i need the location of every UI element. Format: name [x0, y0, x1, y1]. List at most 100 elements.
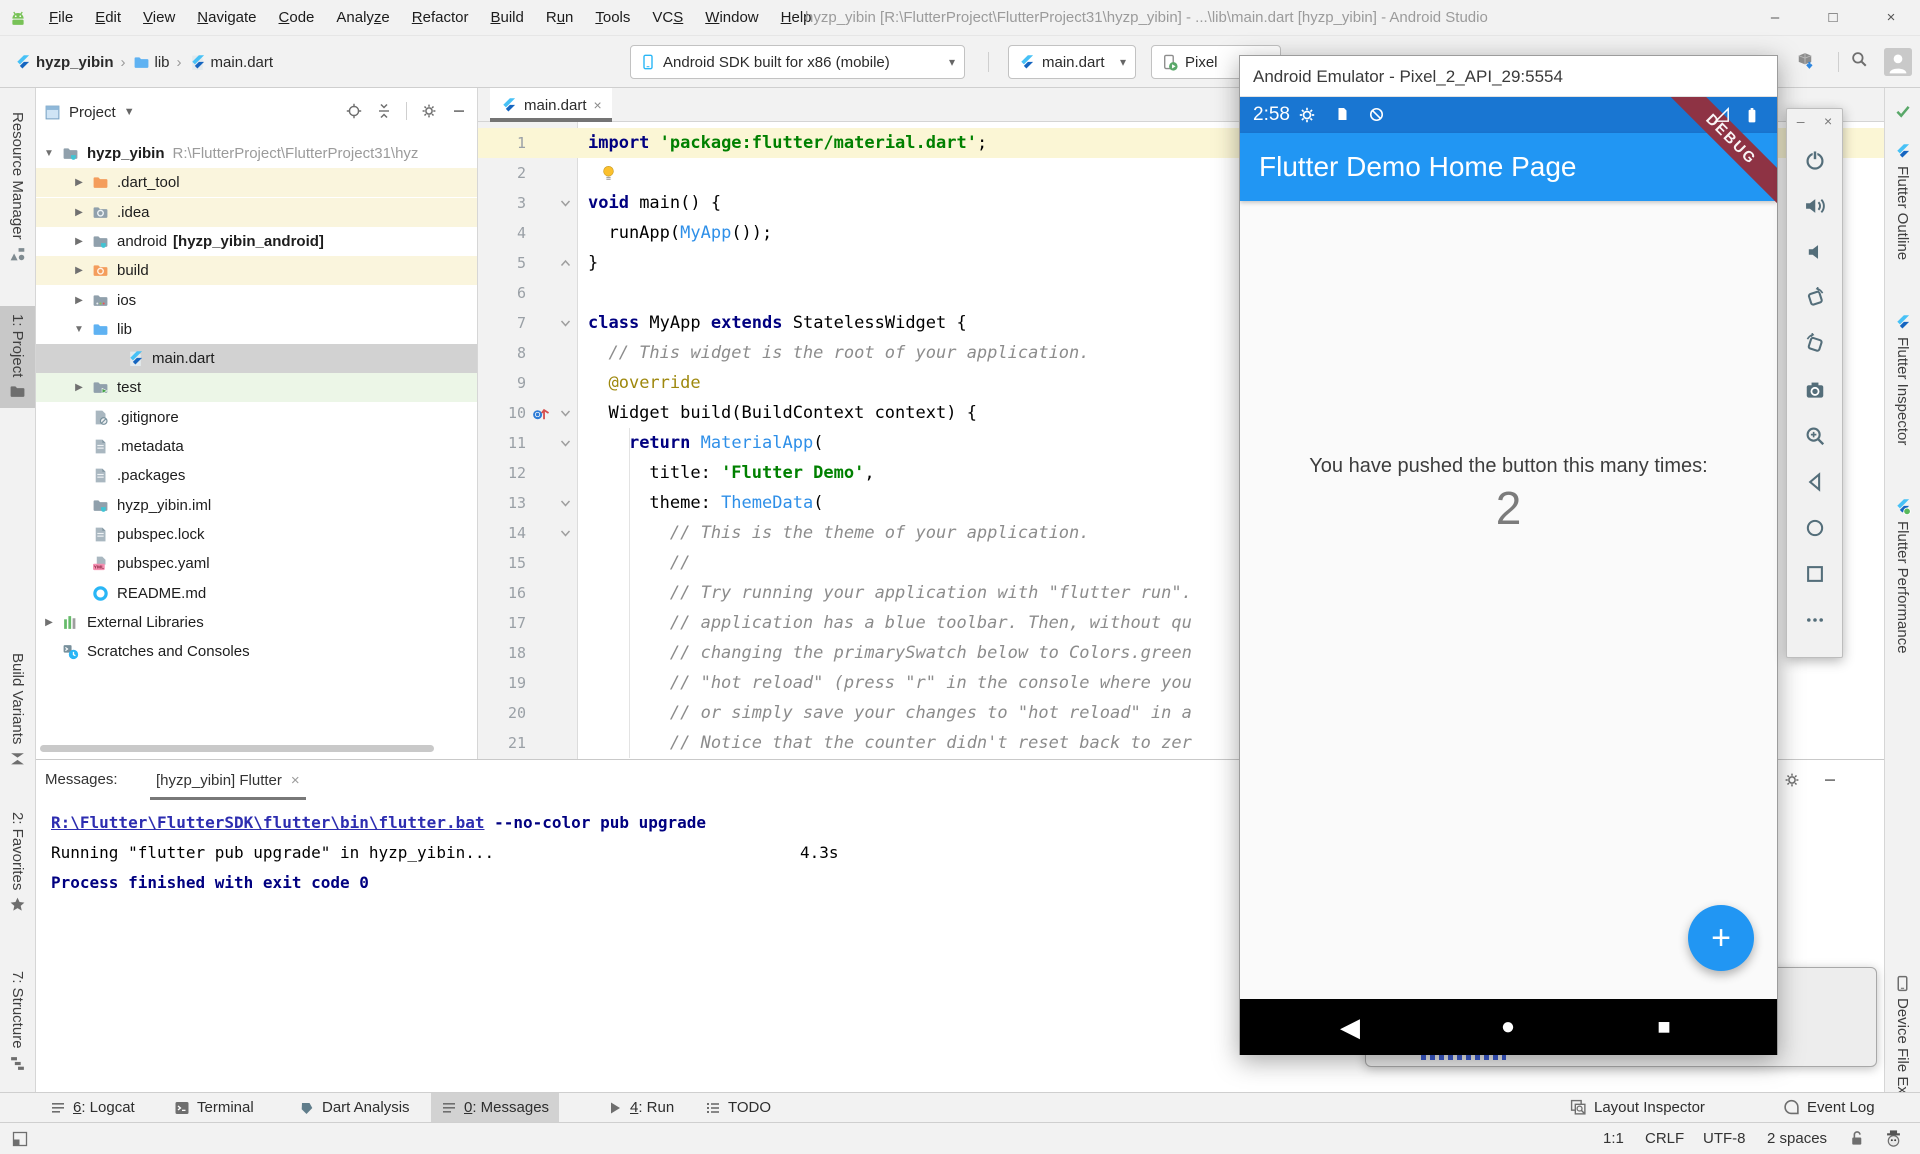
- status-2-spaces[interactable]: 2 spaces: [1767, 1123, 1827, 1154]
- messages-settings-icon[interactable]: [1784, 772, 1800, 788]
- status-crlf[interactable]: CRLF: [1645, 1123, 1684, 1154]
- tool-tab-7-structure[interactable]: 7: Structure: [0, 963, 35, 1080]
- tool-tab-flutter-performance[interactable]: Flutter Performance: [1885, 490, 1920, 662]
- tree-item-android[interactable]: ▶android [hyzp_yibin_android]: [36, 227, 478, 256]
- tool-button-0-messages[interactable]: 0: Messages: [431, 1093, 559, 1122]
- menu-view[interactable]: View: [132, 9, 186, 26]
- menu-window[interactable]: Window: [694, 9, 769, 26]
- tree-item-readme-md[interactable]: README.md: [36, 579, 478, 608]
- tree-item-dart-tool[interactable]: ▶.dart_tool: [36, 168, 478, 197]
- emulator-screen[interactable]: 2:58 Flutter Demo Home Page DEBUG You ha…: [1240, 97, 1777, 1055]
- tool-button-layout-inspector[interactable]: Layout Inspector: [1560, 1093, 1715, 1122]
- intention-bulb-icon[interactable]: [600, 164, 617, 181]
- fold-marker[interactable]: [560, 428, 574, 469]
- menu-file[interactable]: File: [38, 9, 84, 26]
- tree-item-build[interactable]: ▶build: [36, 256, 478, 285]
- minimize-button[interactable]: –: [1746, 0, 1804, 36]
- locate-icon[interactable]: [346, 103, 362, 119]
- tool-tab-resource-manager[interactable]: Resource Manager: [0, 104, 35, 271]
- emulator-home-button[interactable]: [1787, 517, 1842, 539]
- emulator-rotate-left-button[interactable]: [1787, 287, 1842, 309]
- tool-tab-1-project[interactable]: 1: Project: [0, 306, 35, 408]
- breadcrumb-hyzp-yibin[interactable]: hyzp_yibin: [14, 54, 114, 71]
- emulator-zoom-button[interactable]: [1787, 425, 1842, 447]
- breadcrumb-lib[interactable]: lib: [133, 54, 170, 71]
- status-1-1[interactable]: 1:1: [1603, 1123, 1624, 1154]
- project-panel-title[interactable]: Project: [69, 104, 116, 121]
- emulator-volume-down-button[interactable]: [1787, 241, 1842, 263]
- attach-debugger-icon[interactable]: [1795, 50, 1815, 70]
- emulator-rotate-right-button[interactable]: [1787, 333, 1842, 355]
- messages-hide-icon[interactable]: [1822, 772, 1838, 788]
- collapse-icon[interactable]: [376, 103, 392, 119]
- breadcrumb-main-dart[interactable]: main.dart: [189, 54, 274, 71]
- device-selector[interactable]: Android SDK built for x86 (mobile) ▾: [630, 45, 965, 79]
- tree-item-gitignore[interactable]: .gitignore: [36, 403, 478, 432]
- tree-item-test[interactable]: ▶test: [36, 373, 478, 402]
- tree-item-pubspec-lock[interactable]: pubspec.lock: [36, 520, 478, 549]
- settings-icon[interactable]: [421, 103, 437, 119]
- tree-item-packages[interactable]: .packages: [36, 461, 478, 490]
- nav-back-button[interactable]: ◀: [1330, 999, 1370, 1055]
- fold-marker[interactable]: [560, 308, 574, 349]
- emulator-camera-button[interactable]: [1787, 379, 1842, 401]
- menu-run[interactable]: Run: [535, 9, 585, 26]
- menu-build[interactable]: Build: [479, 9, 534, 26]
- menu-edit[interactable]: Edit: [84, 9, 132, 26]
- unlock-icon[interactable]: [1848, 1130, 1865, 1147]
- menu-code[interactable]: Code: [268, 9, 326, 26]
- tool-window-toggle-icon[interactable]: [12, 1131, 28, 1147]
- tool-tab-2-favorites[interactable]: 2: Favorites: [0, 804, 35, 921]
- tool-button-6-logcat[interactable]: 6: Logcat: [40, 1093, 145, 1122]
- nav-overview-button[interactable]: ■: [1644, 999, 1684, 1055]
- tool-tab-flutter-outline[interactable]: Flutter Outline: [1885, 135, 1920, 268]
- tool-button-4-run[interactable]: 4: Run: [597, 1093, 684, 1122]
- menu-analyze[interactable]: Analyze: [325, 9, 400, 26]
- tree-item-pubspec-yaml[interactable]: YMLpubspec.yaml: [36, 549, 478, 578]
- tool-button-dart-analysis[interactable]: Dart Analysis: [289, 1093, 420, 1122]
- tree-item-ios[interactable]: ▶ios: [36, 286, 478, 315]
- tool-button-terminal[interactable]: Terminal: [164, 1093, 264, 1122]
- console-link[interactable]: R:\Flutter\FlutterSDK\flutter\bin\flutte…: [51, 813, 484, 832]
- tree-item-external-libraries[interactable]: ▶External Libraries: [36, 608, 478, 637]
- tree-item-hyzp-yibin[interactable]: ▼hyzp_yibinR:\FlutterProject\FlutterProj…: [36, 139, 478, 168]
- maximize-button[interactable]: □: [1804, 0, 1862, 36]
- close-button[interactable]: ×: [1862, 0, 1920, 36]
- run-configuration-selector[interactable]: main.dart ▾: [1008, 45, 1136, 79]
- emulator-overview-button[interactable]: [1787, 563, 1842, 585]
- tool-tab-flutter-inspector[interactable]: Flutter Inspector: [1885, 306, 1920, 453]
- tree-item-main-dart[interactable]: main.dart: [36, 344, 478, 373]
- menu-tools[interactable]: Tools: [584, 9, 641, 26]
- fold-marker[interactable]: [560, 518, 574, 559]
- tree-item-idea[interactable]: ▶.idea: [36, 198, 478, 227]
- tool-tab-build-variants[interactable]: Build Variants: [0, 645, 35, 775]
- tab-main-dart[interactable]: main.dart ×: [490, 88, 612, 122]
- tree-item-hyzp-yibin-iml[interactable]: hyzp_yibin.iml: [36, 491, 478, 520]
- menu-navigate[interactable]: Navigate: [186, 9, 267, 26]
- messages-tab[interactable]: [hyzp_yibin] Flutter ×: [150, 760, 306, 800]
- tree-item-metadata[interactable]: .metadata: [36, 432, 478, 461]
- override-marker-icon[interactable]: O: [532, 404, 550, 422]
- fab-increment-button[interactable]: +: [1688, 905, 1754, 971]
- inspections-profile-icon[interactable]: [1884, 1129, 1903, 1148]
- hide-icon[interactable]: [451, 103, 467, 119]
- horizontal-scrollbar[interactable]: [40, 745, 434, 752]
- close-icon[interactable]: ×: [291, 772, 300, 789]
- tool-button-todo[interactable]: TODO: [695, 1093, 781, 1122]
- emulator-volume-up-button[interactable]: [1787, 195, 1842, 217]
- search-icon[interactable]: [1850, 50, 1868, 68]
- close-icon[interactable]: ×: [594, 97, 602, 113]
- emulator-power-button[interactable]: [1787, 149, 1842, 171]
- emulator-title-bar[interactable]: Android Emulator - Pixel_2_API_29:5554: [1240, 56, 1777, 97]
- chevron-down-icon[interactable]: ▼: [124, 106, 135, 118]
- close-button[interactable]: ×: [1824, 113, 1832, 129]
- avatar[interactable]: [1884, 48, 1912, 76]
- tree-item-lib[interactable]: ▼lib: [36, 315, 478, 344]
- nav-home-button[interactable]: ●: [1488, 999, 1528, 1055]
- menu-refactor[interactable]: Refactor: [401, 9, 480, 26]
- emulator-more-button[interactable]: [1787, 609, 1842, 631]
- tree-item-scratches-and-consoles[interactable]: Scratches and Consoles: [36, 637, 478, 666]
- tool-button-event-log[interactable]: Event Log: [1773, 1093, 1885, 1122]
- emulator-back-button[interactable]: [1787, 471, 1842, 493]
- status-utf-8[interactable]: UTF-8: [1703, 1123, 1746, 1154]
